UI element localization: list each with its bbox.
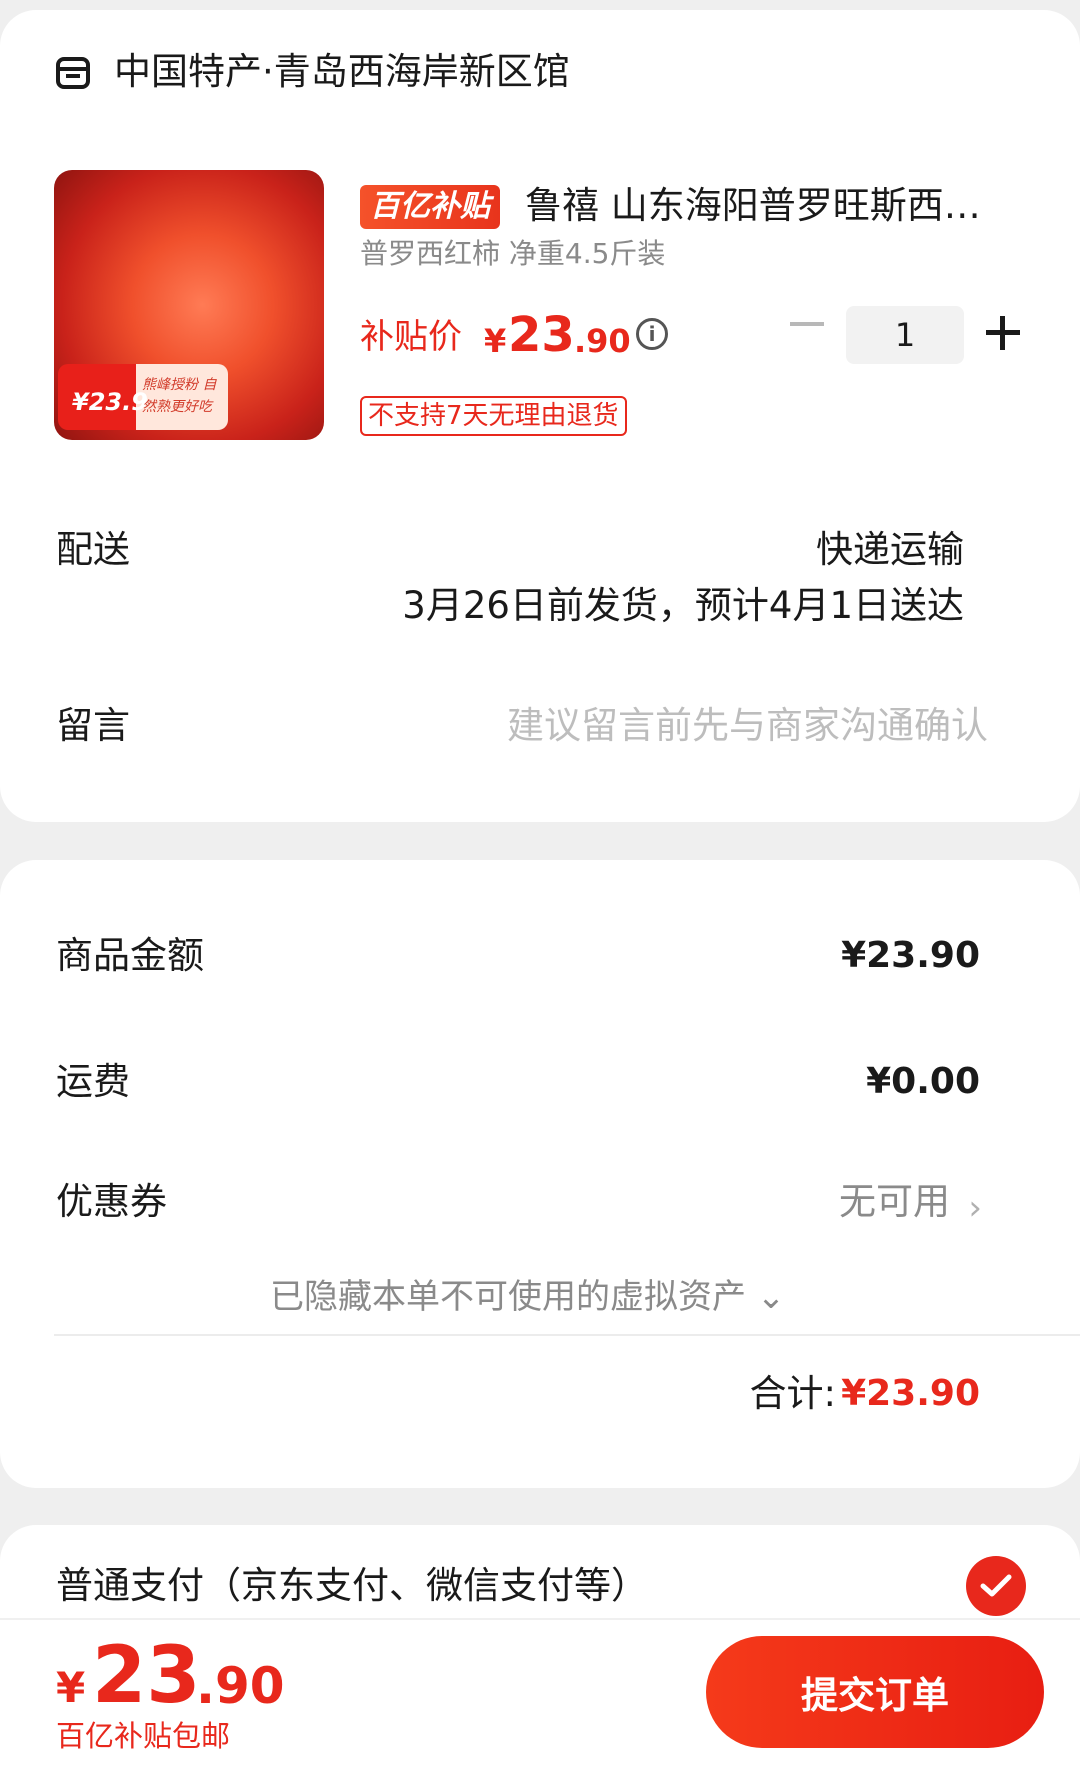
final-price-decimal: .90 (196, 1657, 285, 1715)
quantity-decrease-button[interactable] (790, 322, 824, 326)
price-integer: 23 (508, 307, 575, 363)
store-icon (56, 57, 90, 89)
quantity-increase-button[interactable] (986, 316, 1020, 350)
checkmark-icon[interactable] (966, 1556, 1026, 1616)
payment-method-label[interactable]: 普通支付（京东支付、微信支付等） (56, 1560, 648, 1612)
final-price-symbol: ¥ (56, 1663, 86, 1712)
price-label: 补贴价 (360, 317, 462, 357)
coupon-value[interactable]: 无可用 (839, 1176, 950, 1228)
final-price-integer: 23 (92, 1631, 201, 1721)
product-image[interactable]: ¥23.9 熊峰授粉 自然熟更好吃 (54, 170, 324, 440)
delivery-method: 快递运输 (816, 528, 964, 571)
chevron-right-icon[interactable]: › (968, 1182, 982, 1234)
price-decimal: .90 (574, 322, 631, 360)
product-spec: 普罗西红柿 净重4.5斤装 (360, 237, 666, 270)
message-input[interactable] (428, 696, 988, 754)
shipping-value: ¥0.00 (866, 1061, 980, 1102)
product-title[interactable]: 鲁禧 山东海阳普罗旺斯西… (525, 180, 1005, 232)
total-value: ¥23.90 (841, 1373, 980, 1414)
info-icon[interactable]: i (636, 318, 668, 350)
goods-amount-label: 商品金额 (56, 934, 204, 977)
subsidy-badge: 百亿补贴 (360, 185, 500, 229)
return-policy-tag: 不支持7天无理由退货 (360, 396, 627, 436)
price-symbol: ¥ (484, 322, 507, 360)
message-label: 留言 (56, 704, 130, 747)
shipping-label: 运费 (56, 1060, 130, 1103)
coupon-label[interactable]: 优惠券 (56, 1176, 167, 1228)
hidden-assets-toggle[interactable]: 已隐藏本单不可使用的虚拟资产 ⌄ (270, 1272, 785, 1322)
product-image-tag: ¥23.9 熊峰授粉 自然熟更好吃 (58, 364, 228, 430)
divider (54, 1334, 1080, 1336)
total-label: 合计: (749, 1372, 836, 1415)
product-image-tag-price: ¥23.9 (72, 388, 148, 416)
submit-order-button[interactable]: 提交订单 (706, 1636, 1044, 1748)
product-image-tag-text: 熊峰授粉 自然熟更好吃 (142, 377, 217, 415)
free-shipping-note: 百亿补贴包邮 (56, 1719, 231, 1753)
quantity-field[interactable]: 1 (846, 306, 964, 364)
delivery-label: 配送 (56, 528, 130, 571)
goods-amount-value: ¥23.90 (841, 935, 980, 976)
delivery-date: 3月26日前发货，预计4月1日送达 (402, 584, 964, 627)
shop-name[interactable]: 中国特产·青岛西海岸新区馆 (114, 46, 570, 98)
